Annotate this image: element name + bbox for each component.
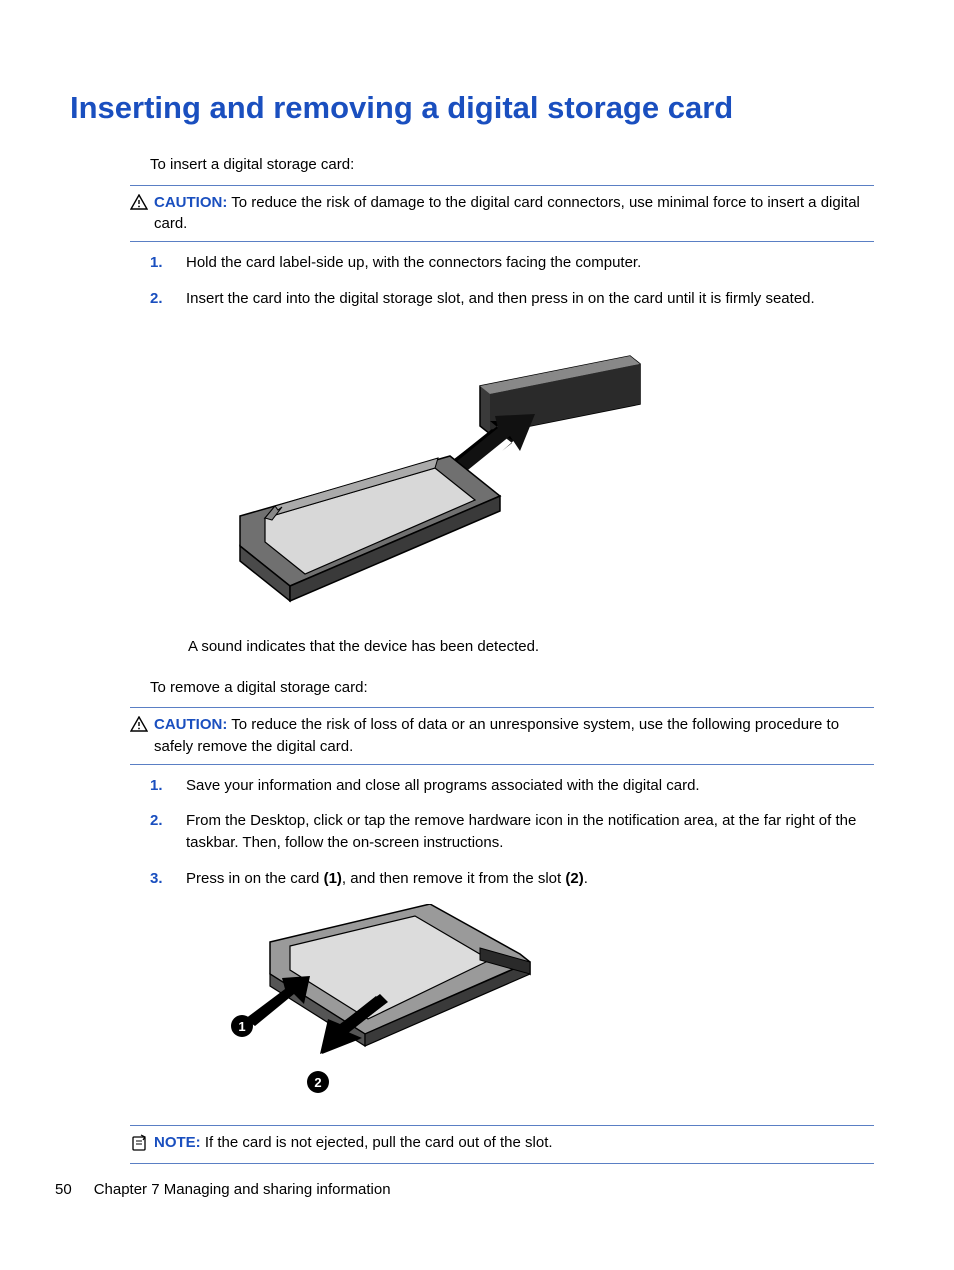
list-item: 3. Press in on the card (1), and then re… [150,868,874,890]
step-number: 2. [150,810,168,854]
list-item: 1. Hold the card label-side up, with the… [150,252,874,274]
note-label: NOTE: [154,1134,201,1151]
caution-box-1: CAUTION: To reduce the risk of damage to… [130,185,874,243]
list-item: 2. Insert the card into the digital stor… [150,288,874,310]
caution-icon [130,716,148,737]
page-footer: 50 Chapter 7 Managing and sharing inform… [55,1181,391,1198]
step-number: 2. [150,288,168,310]
caution-text: To reduce the risk of loss of data or an… [154,716,839,755]
step-text: Save your information and close all prog… [186,775,874,797]
caution-icon [130,194,148,215]
caution-box-2: CAUTION: To reduce the risk of loss of d… [130,707,874,765]
note-text: If the card is not ejected, pull the car… [205,1134,553,1151]
chapter-title: Chapter 7 Managing and sharing informati… [94,1181,391,1198]
step-text: Press in on the card (1), and then remov… [186,868,874,890]
list-item: 2. From the Desktop, click or tap the re… [150,810,874,854]
step-text: Insert the card into the digital storage… [186,288,874,310]
sound-detected-text: A sound indicates that the device has be… [188,638,874,655]
step-text: From the Desktop, click or tap the remov… [186,810,874,854]
step-number: 1. [150,252,168,274]
intro-remove: To remove a digital storage card: [150,677,874,700]
step-number: 3. [150,868,168,890]
step-text: Hold the card label-side up, with the co… [186,252,874,274]
step-number: 1. [150,775,168,797]
note-icon [130,1134,148,1157]
caution-label: CAUTION: [154,194,227,211]
caution-label: CAUTION: [154,716,227,733]
figure-insert-card [190,336,874,616]
svg-text:1: 1 [238,1019,245,1034]
page-heading: Inserting and removing a digital storage… [70,90,874,126]
figure-remove-card: 1 2 [190,904,874,1109]
remove-steps-list: 1. Save your information and close all p… [150,775,874,890]
list-item: 1. Save your information and close all p… [150,775,874,797]
insert-steps-list: 1. Hold the card label-side up, with the… [150,252,874,310]
svg-text:2: 2 [314,1075,321,1090]
caution-text: To reduce the risk of damage to the digi… [154,194,860,233]
note-box: NOTE: If the card is not ejected, pull t… [130,1125,874,1164]
intro-insert: To insert a digital storage card: [150,154,874,177]
page-number: 50 [55,1181,72,1198]
